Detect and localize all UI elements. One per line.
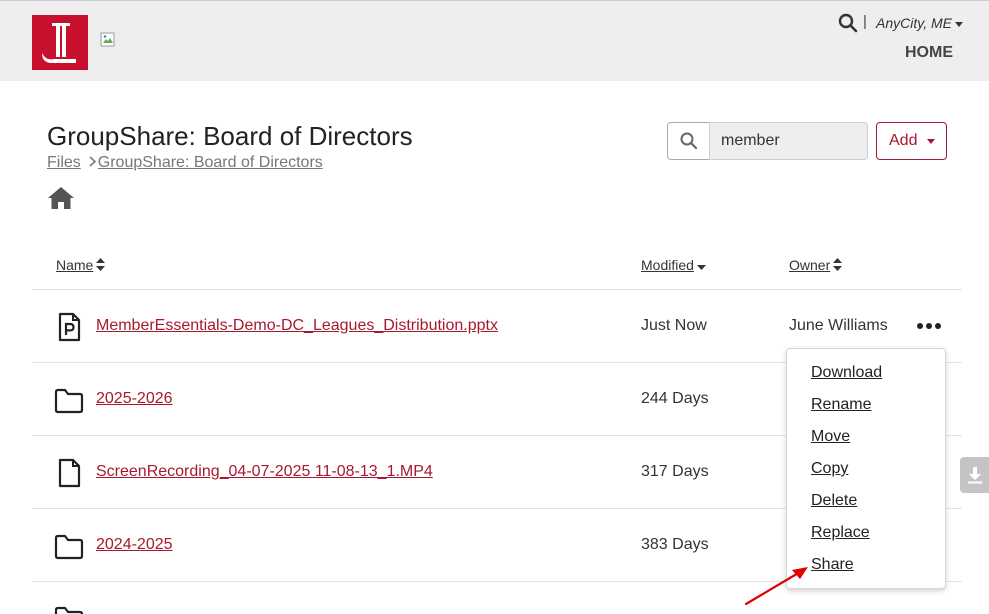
- breadcrumb-current[interactable]: GroupShare: Board of Directors: [98, 154, 323, 171]
- menu-item-download[interactable]: Download: [811, 364, 882, 382]
- file-link[interactable]: ScreenRecording_04-07-2025 11-08-13_1.MP…: [96, 463, 433, 481]
- powerpoint-file-icon: [54, 312, 84, 342]
- search-input[interactable]: [709, 122, 868, 160]
- breadcrumb-files[interactable]: Files: [47, 154, 81, 171]
- folder-icon: [54, 531, 84, 561]
- add-button-label: Add: [889, 132, 918, 149]
- file-search-group: [667, 122, 868, 160]
- home-nav-link[interactable]: HOME: [905, 44, 953, 62]
- breadcrumb: Files GroupShare: Board of Directors: [47, 154, 323, 172]
- folder-link[interactable]: 2024-2025: [96, 536, 173, 554]
- sort-icon: [96, 258, 106, 274]
- location-label: AnyCity, ME: [876, 15, 952, 31]
- column-modified-label: Modified: [641, 257, 694, 273]
- home-icon[interactable]: [47, 186, 75, 210]
- header-separator: |: [863, 13, 867, 30]
- row-context-menu: Download Rename Move Copy Delete Replace…: [786, 348, 946, 589]
- search-button[interactable]: [667, 122, 710, 160]
- sort-desc-icon: [696, 258, 706, 274]
- location-dropdown[interactable]: AnyCity, ME: [876, 15, 963, 31]
- column-name-label: Name: [56, 257, 94, 273]
- menu-item-copy[interactable]: Copy: [811, 460, 848, 478]
- more-options-icon[interactable]: [916, 318, 942, 334]
- add-button[interactable]: Add: [876, 122, 947, 160]
- side-download-button[interactable]: [960, 457, 989, 493]
- chevron-right-icon: [89, 154, 96, 172]
- menu-item-delete[interactable]: Delete: [811, 492, 857, 510]
- page-title: GroupShare: Board of Directors: [47, 121, 413, 151]
- menu-item-share[interactable]: Share: [811, 556, 854, 574]
- menu-item-move[interactable]: Move: [811, 428, 850, 446]
- modified-value: 383 Days: [641, 536, 709, 553]
- menu-item-replace[interactable]: Replace: [811, 524, 870, 542]
- search-icon[interactable]: [838, 13, 858, 33]
- folder-link[interactable]: 2025-2026: [96, 390, 173, 408]
- file-icon: [54, 458, 84, 488]
- column-header-name[interactable]: Name: [56, 257, 106, 274]
- folder-icon: [54, 385, 84, 415]
- broken-image-icon: [100, 32, 116, 48]
- column-owner-label: Owner: [789, 257, 831, 273]
- menu-item-rename[interactable]: Rename: [811, 396, 871, 414]
- file-link[interactable]: MemberEssentials-Demo-DC_Leagues_Distrib…: [96, 317, 498, 335]
- owner-value: June Williams: [789, 317, 888, 334]
- annotation-arrow-icon: [744, 567, 808, 606]
- sort-icon: [833, 258, 843, 274]
- modified-value: 317 Days: [641, 463, 709, 480]
- modified-value: 244 Days: [641, 390, 709, 407]
- caret-down-icon: [927, 138, 936, 144]
- column-header-modified[interactable]: Modified: [641, 257, 706, 274]
- modified-value: Just Now: [641, 317, 707, 334]
- top-navbar: | AnyCity, ME HOME: [0, 0, 989, 81]
- column-header-owner[interactable]: Owner: [789, 257, 843, 274]
- caret-down-icon: [954, 21, 963, 27]
- search-icon: [680, 132, 697, 150]
- jl-logo[interactable]: [32, 15, 88, 70]
- folder-icon: [54, 603, 84, 614]
- download-icon: [967, 467, 982, 484]
